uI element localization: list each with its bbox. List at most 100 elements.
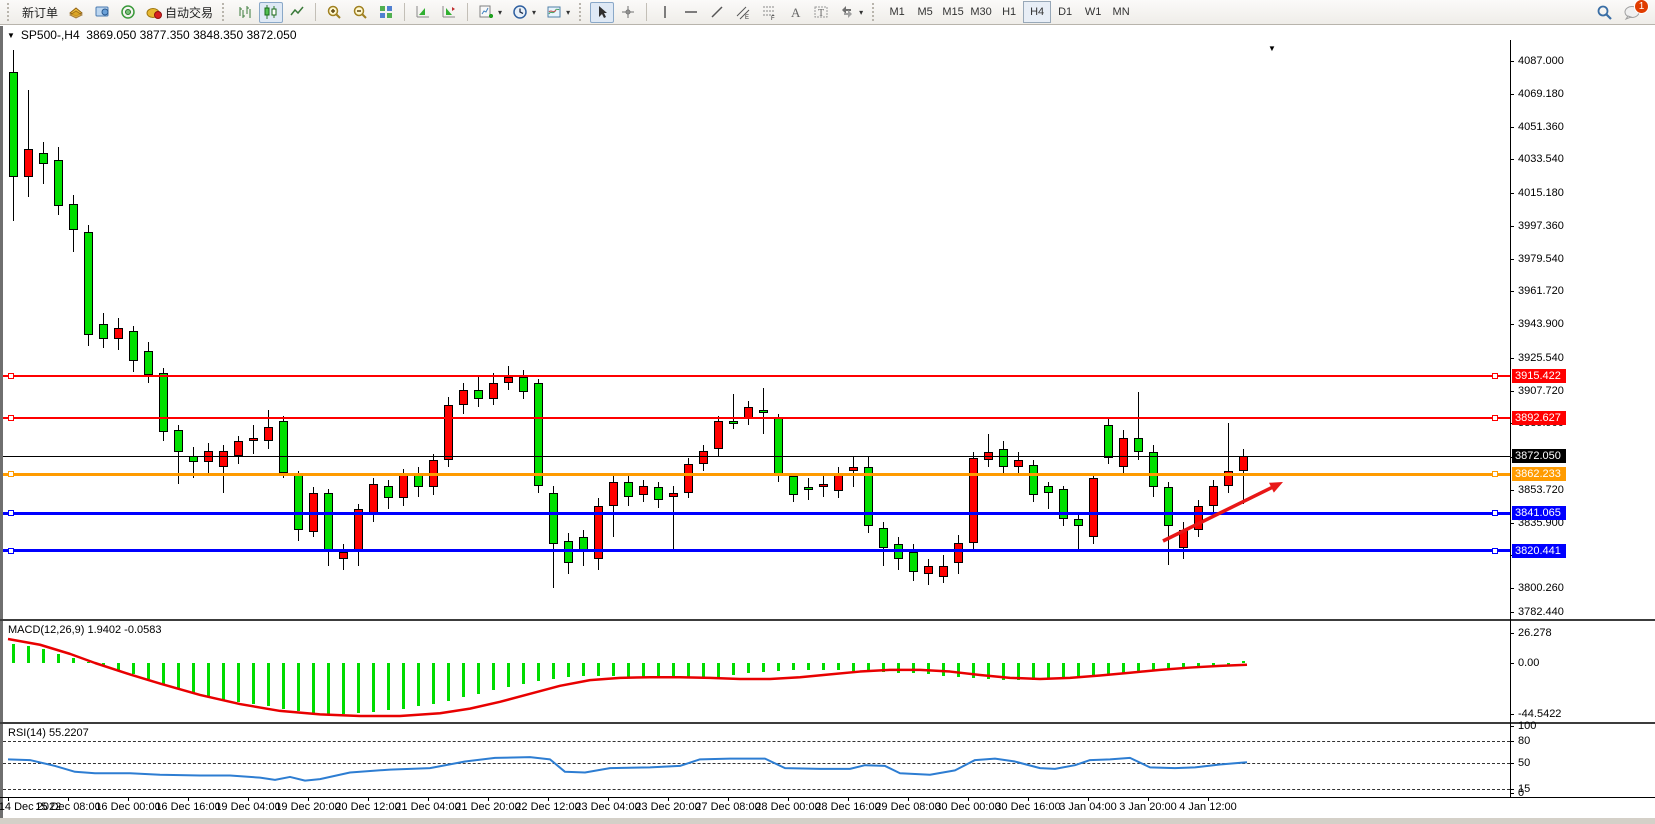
line-handle[interactable] — [1492, 510, 1498, 516]
price-axis-tick — [1510, 490, 1514, 491]
candle — [489, 383, 498, 400]
candle — [369, 484, 378, 513]
line-handle[interactable] — [8, 373, 14, 379]
macd-histogram-bar — [267, 663, 270, 706]
price-axis-border — [1510, 40, 1511, 797]
timeframe-d1-button[interactable]: D1 — [1051, 1, 1079, 23]
macd-histogram-bar — [87, 662, 90, 663]
price-axis-tick — [1510, 612, 1514, 613]
new-chart-icon[interactable]: ▾ — [474, 2, 506, 23]
chart-window[interactable]: ▼ SP500-,H4 3869.050 3877.350 3848.350 3… — [0, 26, 1655, 824]
rsi-level-line — [3, 789, 1510, 790]
time-axis-label: 22 Dec 12:00 — [515, 801, 580, 813]
macd-histogram-bar — [1092, 663, 1095, 676]
line-handle[interactable] — [8, 415, 14, 421]
level-line[interactable] — [3, 512, 1510, 515]
bottom-strip — [0, 818, 1655, 824]
macd-histogram-bar — [207, 663, 210, 696]
chart-profile-next-icon[interactable] — [437, 2, 461, 23]
candlestick-chart-icon[interactable] — [259, 2, 283, 23]
candle — [804, 487, 813, 490]
line-handle[interactable] — [1492, 548, 1498, 554]
chart-profile-icon[interactable] — [411, 2, 435, 23]
candle — [444, 405, 453, 460]
macd-histogram-bar — [1152, 663, 1155, 671]
level-line[interactable] — [3, 549, 1510, 552]
text-icon[interactable]: A — [783, 2, 807, 23]
candle — [624, 482, 633, 497]
chart-ohlc-values: 3869.050 3877.350 3848.350 3872.050 — [86, 28, 296, 42]
rsi-axis-tick — [1510, 763, 1514, 764]
fibonacci-icon[interactable]: F — [757, 2, 781, 23]
level-line[interactable] — [3, 417, 1510, 419]
template-icon[interactable]: ▾ — [542, 2, 574, 23]
timeframe-m5-button[interactable]: M5 — [911, 1, 939, 23]
line-handle[interactable] — [1492, 373, 1498, 379]
line-handle[interactable] — [1492, 415, 1498, 421]
line-handle[interactable] — [8, 471, 14, 477]
timeframe-w1-button[interactable]: W1 — [1079, 1, 1107, 23]
autotrade-button[interactable]: 自动交易 — [142, 2, 217, 23]
panel-separator[interactable] — [0, 619, 1655, 621]
chevron-down-icon: ▾ — [498, 8, 502, 17]
macd-histogram-bar — [147, 663, 150, 679]
toolbar-drag-handle[interactable] — [7, 3, 13, 21]
bar-chart-icon[interactable] — [233, 2, 257, 23]
toolbar-drag-handle[interactable] — [872, 3, 878, 21]
shapes-icon[interactable]: ▾ — [835, 2, 867, 23]
chat-icon[interactable]: 1 — [1619, 2, 1645, 23]
toolbar-drag-handle[interactable] — [222, 3, 228, 21]
price-level-badge: 3862.233 — [1512, 467, 1566, 481]
price-axis-tick — [1510, 159, 1514, 160]
candle — [129, 331, 138, 360]
price-axis-tick — [1510, 523, 1514, 524]
timeframe-m1-button[interactable]: M1 — [883, 1, 911, 23]
collapse-arrow-icon[interactable]: ▼ — [7, 31, 15, 40]
candle — [1029, 465, 1038, 494]
candle — [1089, 478, 1098, 537]
macd-histogram-bar — [117, 663, 120, 670]
zoom-out-icon[interactable] — [348, 2, 372, 23]
metaeditor-icon[interactable] — [90, 2, 114, 23]
channel-icon[interactable]: E — [731, 2, 755, 23]
macd-histogram-bar — [597, 663, 600, 676]
macd-histogram-bar — [162, 663, 165, 684]
horizontal-line-icon[interactable] — [679, 2, 703, 23]
new-order-icon[interactable] — [64, 2, 88, 23]
macd-histogram-bar — [192, 663, 195, 693]
crosshair-icon[interactable] — [616, 2, 640, 23]
price-axis-tick — [1510, 193, 1514, 194]
broadcast-icon[interactable] — [116, 2, 140, 23]
panel-separator[interactable] — [0, 722, 1655, 724]
text-label-icon[interactable]: T — [809, 2, 833, 23]
macd-histogram-bar — [687, 663, 690, 678]
candle — [819, 484, 828, 488]
search-icon[interactable] — [1592, 2, 1617, 23]
trendline-icon[interactable] — [705, 2, 729, 23]
macd-axis-tick — [1510, 663, 1514, 664]
candle — [609, 482, 618, 506]
line-handle[interactable] — [8, 510, 14, 516]
tile-windows-icon[interactable] — [374, 2, 398, 23]
zoom-in-icon[interactable] — [322, 2, 346, 23]
timeframe-mn-button[interactable]: MN — [1107, 1, 1135, 23]
candle — [159, 373, 168, 432]
vertical-line-icon[interactable] — [653, 2, 677, 23]
macd-histogram-bar — [867, 663, 870, 672]
timeframe-h4-button[interactable]: H4 — [1023, 1, 1051, 23]
svg-text:A: A — [791, 5, 801, 20]
timeframe-m30-button[interactable]: M30 — [967, 1, 995, 23]
level-line[interactable] — [3, 473, 1510, 476]
timeframe-h1-button[interactable]: H1 — [995, 1, 1023, 23]
line-handle[interactable] — [1492, 471, 1498, 477]
toolbar-drag-handle[interactable] — [579, 3, 585, 21]
clock-icon[interactable]: ▾ — [508, 2, 540, 23]
line-chart-icon[interactable] — [285, 2, 309, 23]
line-handle[interactable] — [8, 548, 14, 554]
new-order-button[interactable]: 新订单 — [18, 2, 62, 23]
timeframe-m15-button[interactable]: M15 — [939, 1, 967, 23]
macd-histogram-bar — [807, 663, 810, 670]
level-line[interactable] — [3, 375, 1510, 377]
cursor-icon[interactable] — [590, 2, 614, 23]
macd-histogram-bar — [282, 663, 285, 709]
